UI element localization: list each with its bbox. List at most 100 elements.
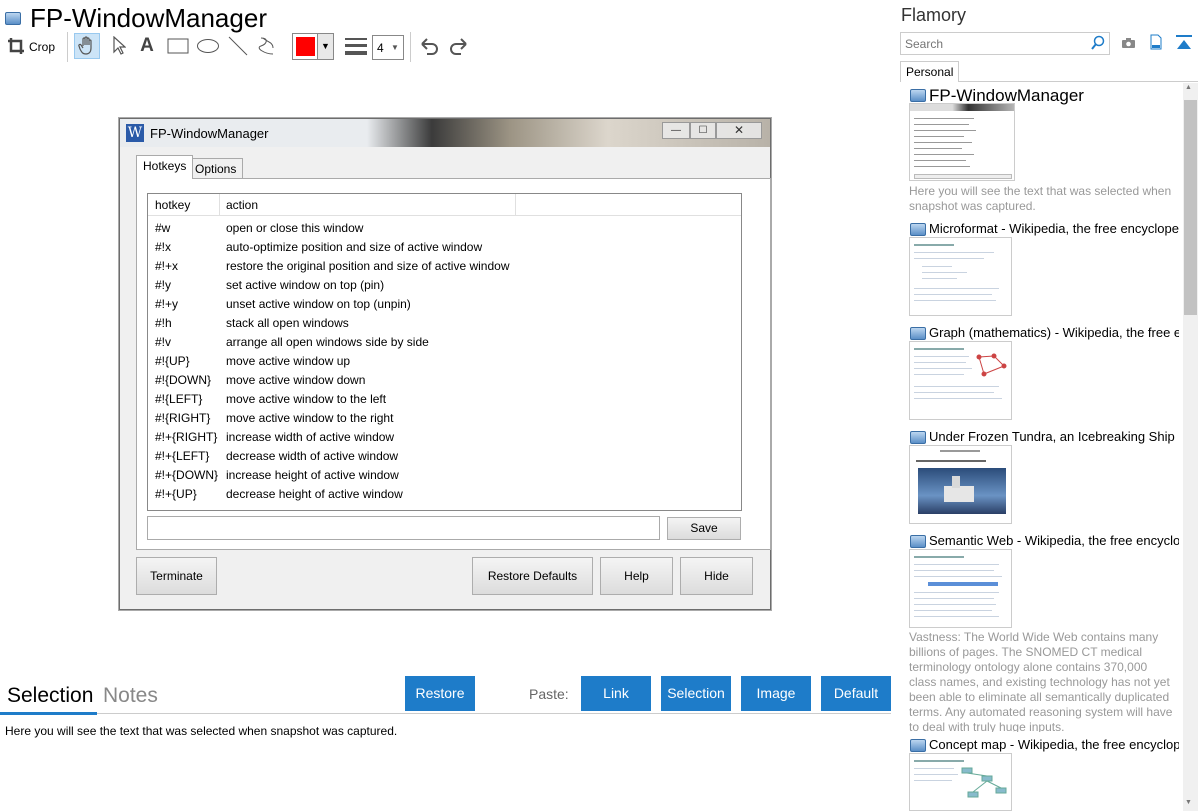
chevron-down-icon: ▼: [391, 43, 399, 52]
snapshot-title[interactable]: Graph (mathematics) - Wikipedia, the fre…: [929, 325, 1179, 340]
hotkey-cell: #!v: [155, 335, 172, 349]
hotkey-cell: #!+{LEFT}: [155, 449, 210, 463]
action-cell: arrange all open windows side by side: [226, 335, 429, 349]
snapshot-thumbnail[interactable]: [909, 341, 1012, 420]
rectangle-tool-icon[interactable]: [165, 33, 191, 59]
tab-options: Options: [188, 158, 244, 179]
selection-text[interactable]: Here you will see the text that was sele…: [5, 724, 397, 738]
freehand-tool-icon[interactable]: [255, 33, 281, 59]
snapshot-thumbnail[interactable]: [909, 753, 1012, 811]
action-cell: open or close this window: [226, 221, 364, 235]
table-row: #!h stack all open windows: [148, 314, 741, 333]
table-row: #!{RIGHT} move active window to the right: [148, 409, 741, 428]
column-divider: [515, 194, 516, 216]
window-title: FP-WindowManager: [150, 126, 269, 141]
crop-icon[interactable]: [5, 33, 27, 59]
restore-button[interactable]: Restore: [405, 676, 475, 711]
snapshot-thumbnail[interactable]: [909, 445, 1012, 524]
hotkey-cell: #!+{RIGHT}: [155, 430, 218, 444]
color-picker[interactable]: ▼: [292, 33, 334, 60]
table-row: #w open or close this window: [148, 219, 741, 238]
action-cell: unset active window on top (unpin): [226, 297, 411, 311]
hotkey-cell: #w: [155, 221, 171, 235]
action-cell: increase height of active window: [226, 468, 399, 482]
action-cell: move active window up: [226, 354, 351, 368]
crop-label[interactable]: Crop: [29, 40, 55, 54]
hand-tool-icon[interactable]: [74, 33, 100, 59]
table-row: #!+{LEFT} decrease width of active window: [148, 447, 741, 466]
page-icon: [910, 327, 926, 340]
paste-label: Paste:: [529, 686, 569, 702]
paste-image-button[interactable]: Image: [741, 676, 811, 711]
line-width-icon[interactable]: [343, 33, 369, 59]
line-width-value: 4: [377, 41, 384, 55]
pointer-tool-icon[interactable]: [106, 33, 132, 59]
column-divider: [219, 194, 220, 216]
window-titlebar: W FP-WindowManager — ☐ ✕: [120, 119, 770, 147]
table-row: #!y set active window on top (pin): [148, 276, 741, 295]
hotkey-cell: #!+{UP}: [155, 487, 197, 501]
tab-personal[interactable]: Personal: [900, 61, 959, 82]
action-cell: move active window to the right: [226, 411, 394, 425]
minimize-icon: —: [662, 122, 690, 139]
page-icon: [910, 223, 926, 236]
page-icon: [910, 535, 926, 548]
paste-selection-button[interactable]: Selection: [661, 676, 731, 711]
table-row: #!{DOWN} move active window down: [148, 371, 741, 390]
tab-selection[interactable]: Selection: [7, 684, 93, 708]
search-icon[interactable]: [1090, 35, 1106, 56]
line-width-select[interactable]: 4 ▼: [372, 35, 404, 60]
tab-notes[interactable]: Notes: [103, 684, 158, 708]
page-icon: [910, 739, 926, 752]
active-tab-indicator: [0, 712, 97, 715]
sidebar-title: Flamory: [901, 5, 967, 25]
snapshot-thumbnail[interactable]: [909, 237, 1012, 316]
snapshot-title[interactable]: Concept map - Wikipedia, the free encycl…: [929, 737, 1179, 752]
snapshot-title[interactable]: Microformat - Wikipedia, the free encycl…: [929, 221, 1179, 236]
hotkey-cell: #!y: [155, 278, 172, 292]
collapse-icon[interactable]: [1176, 35, 1192, 55]
action-cell: auto-optimize position and size of activ…: [226, 240, 483, 254]
search-input[interactable]: [900, 32, 1110, 55]
table-row: #!x auto-optimize position and size of ac…: [148, 238, 741, 257]
hotkey-cell: #!x: [155, 240, 172, 254]
maximize-icon: ☐: [690, 122, 716, 139]
column-hotkey: hotkey: [155, 198, 191, 212]
hotkey-cell: #!{DOWN}: [155, 373, 212, 387]
snapshot-image: W FP-WindowManager — ☐ ✕ Hotkeys Options…: [119, 118, 771, 610]
page-icon: [910, 431, 926, 444]
table-row: #!+y unset active window on top (unpin): [148, 295, 741, 314]
text-tool-icon[interactable]: A: [134, 33, 160, 59]
hotkey-cell: #!+y: [155, 297, 179, 311]
document-icon[interactable]: [1150, 34, 1162, 55]
action-cell: decrease height of active window: [226, 487, 403, 501]
list-header: hotkey action: [148, 194, 741, 216]
tab-hotkeys: Hotkeys: [136, 155, 194, 179]
redo-icon[interactable]: [446, 33, 472, 59]
snapshot-thumbnail[interactable]: [909, 103, 1015, 181]
page-icon: [910, 89, 926, 102]
snapshot-title[interactable]: Semantic Web - Wikipedia, the free encyc…: [929, 533, 1179, 548]
tab-underline: [958, 81, 1198, 82]
action-cell: move active window down: [226, 373, 366, 387]
undo-icon[interactable]: [416, 33, 442, 59]
camera-icon[interactable]: [1121, 36, 1136, 54]
hotkey-cell: #!+x: [155, 259, 179, 273]
action-cell: move active window to the left: [226, 392, 387, 406]
paste-link-button[interactable]: Link: [581, 676, 651, 711]
scroll-up-icon[interactable]: ▲: [1185, 84, 1192, 91]
window-app-icon: W: [126, 124, 144, 142]
snapshot-caption: Here you will see the text that was sele…: [909, 184, 1172, 213]
snapshot-thumbnail[interactable]: [909, 549, 1012, 628]
snapshot-title[interactable]: Under Frozen Tundra, an Icebreaking Ship…: [929, 429, 1179, 444]
page-title: FP-WindowManager: [30, 3, 267, 33]
restore-defaults-button: Restore Defaults: [472, 557, 593, 595]
scrollbar-thumb[interactable]: [1184, 100, 1197, 315]
scroll-down-icon[interactable]: ▼: [1185, 799, 1192, 806]
line-tool-icon[interactable]: [225, 33, 251, 59]
ellipse-tool-icon[interactable]: [195, 33, 221, 59]
app-icon: [5, 12, 21, 25]
paste-default-button[interactable]: Default: [821, 676, 891, 711]
divider: [0, 713, 891, 714]
action-cell: increase width of active window: [226, 430, 395, 444]
